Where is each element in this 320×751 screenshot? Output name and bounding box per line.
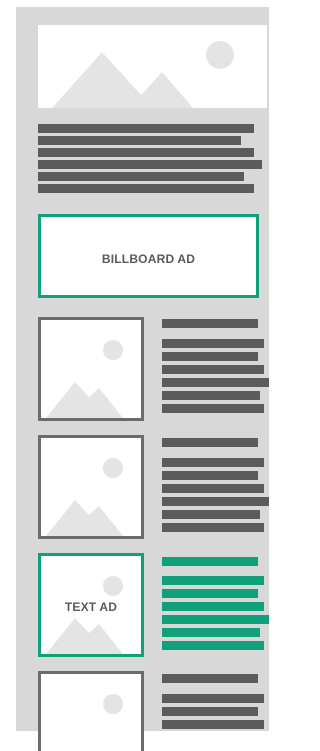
billboard-ad[interactable]: BILLBOARD AD	[38, 214, 259, 298]
text-line	[38, 136, 241, 145]
text-line	[162, 707, 258, 716]
ad-text-line	[162, 576, 264, 585]
hero-image	[38, 25, 267, 108]
text-line	[162, 510, 260, 519]
ad-title-line	[162, 557, 258, 566]
text-line	[162, 378, 269, 387]
text-line	[38, 160, 262, 169]
text-line	[162, 339, 264, 348]
thumbnail-image	[38, 435, 144, 539]
text-ad-label: TEXT AD	[64, 600, 118, 614]
text-line	[162, 404, 264, 413]
image-placeholder-icon	[46, 340, 123, 418]
ad-text-line	[162, 628, 260, 637]
ad-text-line	[162, 602, 264, 611]
text-line	[38, 148, 254, 157]
text-line	[162, 365, 264, 374]
billboard-ad-label: BILLBOARD AD	[101, 252, 196, 266]
ad-text-line	[162, 589, 258, 598]
text-line	[162, 523, 264, 532]
item-title-line	[162, 319, 258, 328]
text-line	[162, 458, 264, 467]
text-line	[162, 720, 264, 729]
mobile-page-wireframe: BILLBOARD AD TEXT AD	[16, 7, 269, 751]
image-placeholder-icon	[103, 694, 123, 714]
text-line	[162, 471, 258, 480]
text-ad-image: TEXT AD	[38, 553, 144, 657]
text-line	[162, 497, 269, 506]
item-title-line	[162, 674, 258, 683]
item-title-line	[162, 438, 258, 447]
text-line	[38, 172, 244, 181]
text-line	[162, 352, 258, 361]
ad-text-line	[162, 641, 264, 650]
ad-text-line	[162, 615, 269, 624]
image-placeholder-icon	[46, 458, 123, 536]
thumbnail-image	[38, 317, 144, 421]
image-placeholder-icon	[52, 41, 234, 108]
text-line	[162, 694, 264, 703]
text-line	[162, 391, 260, 400]
text-line	[162, 484, 264, 493]
thumbnail-image	[38, 671, 144, 751]
text-line	[38, 124, 254, 133]
text-line	[38, 184, 254, 193]
